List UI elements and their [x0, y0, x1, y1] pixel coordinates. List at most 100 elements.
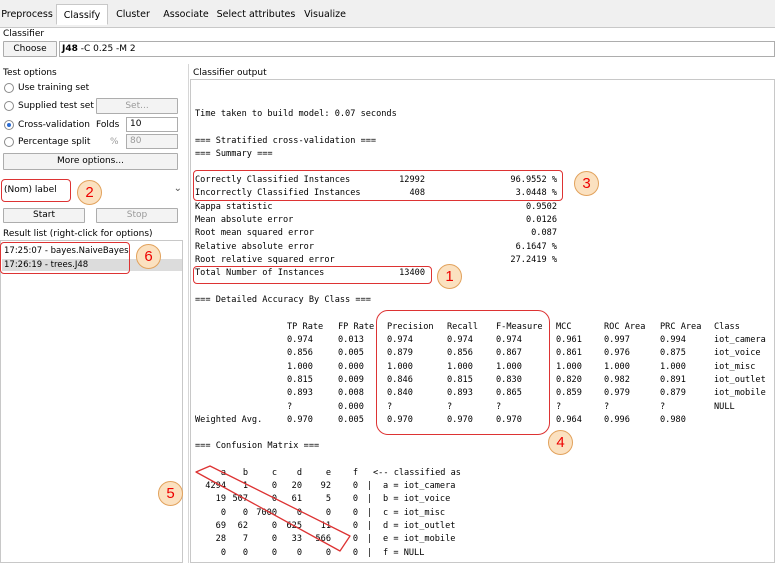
- accuracy-cell: 0.964: [556, 414, 582, 425]
- percentage-split-label: Percentage split: [18, 137, 91, 147]
- classifier-output-label: Classifier output: [193, 68, 267, 78]
- stop-button[interactable]: Stop: [96, 208, 178, 223]
- test-options-label: Test options: [3, 68, 57, 78]
- tab-cluster[interactable]: Cluster: [110, 4, 156, 25]
- cv-header: === Stratified cross-validation ===: [195, 136, 377, 146]
- start-button[interactable]: Start: [3, 208, 85, 223]
- accuracy-cell: 0.005: [338, 414, 364, 425]
- tab-classify[interactable]: Classify: [56, 4, 108, 25]
- summary-row-label: Mean absolute error: [195, 214, 294, 225]
- accuracy-cell: 0.980: [660, 414, 686, 425]
- confusion-separator: |: [367, 481, 373, 491]
- summary-row-label: Kappa statistic: [195, 201, 273, 212]
- accuracy-cell: 0.856: [287, 348, 313, 359]
- accuracy-cell: 0.982: [604, 374, 630, 385]
- accuracy-cell: 0.009: [338, 374, 364, 385]
- highlight-box-metrics: [376, 310, 550, 435]
- annotation-marker-3: 3: [574, 171, 599, 196]
- accuracy-column-header: MCC: [556, 322, 572, 332]
- annotation-marker-5: 5: [158, 481, 183, 506]
- tab-associate[interactable]: Associate: [158, 4, 214, 25]
- accuracy-cell: 1.000: [660, 361, 686, 372]
- classifier-options: -C 0.25 -M 2: [80, 44, 136, 54]
- accuracy-cell: 0.008: [338, 388, 364, 399]
- annotation-marker-4: 4: [548, 430, 573, 455]
- highlight-box-diagonal: [195, 465, 351, 552]
- confusion-row-label: e = iot_mobile: [383, 534, 456, 545]
- choose-classifier-button[interactable]: Choose: [3, 41, 57, 57]
- tab-preprocess[interactable]: Preprocess: [0, 4, 54, 25]
- annotation-marker-1: 1: [437, 264, 462, 289]
- panel-divider[interactable]: [188, 64, 189, 563]
- accuracy-column-header: ROC Area: [604, 322, 646, 332]
- radio-icon: [4, 83, 14, 93]
- accuracy-cell: iot_voice: [714, 348, 761, 359]
- accuracy-cell: iot_mobile: [714, 388, 766, 399]
- accuracy-cell: 1.000: [556, 361, 582, 372]
- accuracy-column-header: Class: [714, 322, 740, 332]
- set-test-set-button[interactable]: Set...: [96, 98, 178, 114]
- confusion-separator: |: [367, 534, 373, 545]
- accuracy-cell: 0.979: [604, 388, 630, 399]
- summary-header: === Summary ===: [195, 149, 273, 159]
- accuracy-column-header: PRC Area: [660, 322, 702, 332]
- use-training-set-label: Use training set: [18, 83, 90, 93]
- chevron-down-icon: ⌄: [173, 183, 182, 194]
- folds-input[interactable]: 10: [126, 117, 178, 132]
- percent-input[interactable]: 80: [126, 134, 178, 149]
- accuracy-cell: 0.893: [287, 388, 313, 399]
- accuracy-column-header: FP Rate: [338, 322, 375, 332]
- more-options-button[interactable]: More options...: [3, 153, 178, 170]
- tab-visualize[interactable]: Visualize: [298, 4, 352, 25]
- accuracy-cell: 0.861: [556, 348, 582, 359]
- percent-symbol: %: [110, 137, 119, 147]
- summary-row-label: Root mean squared error: [195, 228, 314, 239]
- summary-row-value: 0.0126: [525, 214, 557, 225]
- result-list[interactable]: 17:25:07 - bayes.NaiveBayes 17:26:19 - t…: [0, 240, 183, 563]
- accuracy-cell: ?: [660, 401, 666, 412]
- confusion-separator: |: [367, 507, 373, 518]
- accuracy-cell: 0.994: [660, 335, 686, 345]
- confusion-row-label: d = iot_outlet: [383, 520, 456, 531]
- accuracy-header: === Detailed Accuracy By Class ===: [195, 295, 371, 305]
- accuracy-cell: ?: [287, 401, 293, 412]
- accuracy-cell: 1.000: [604, 361, 630, 372]
- accuracy-cell: 1.000: [287, 361, 313, 372]
- accuracy-cell: 0.005: [338, 348, 364, 359]
- time-taken-line: Time taken to build model: 0.07 seconds: [195, 109, 397, 119]
- folds-label: Folds: [96, 120, 120, 130]
- confusion-row-label: a = iot_camera: [383, 481, 456, 491]
- confusion-classified-as: <-- classified as: [373, 468, 461, 478]
- accuracy-cell: 0.976: [604, 348, 630, 359]
- accuracy-cell: 0.997: [604, 335, 630, 345]
- cross-validation-label: Cross-validation: [18, 120, 90, 130]
- accuracy-row-label: Weighted Avg.: [195, 414, 263, 425]
- summary-row-value: 27.2419 %: [510, 254, 557, 265]
- annotation-marker-6: 6: [136, 244, 161, 269]
- accuracy-cell: 0.961: [556, 335, 582, 345]
- highlight-box-total: [193, 266, 432, 284]
- accuracy-cell: iot_outlet: [714, 374, 766, 385]
- radio-icon: [4, 137, 14, 147]
- accuracy-column-header: TP Rate: [287, 322, 324, 332]
- accuracy-cell: iot_misc: [714, 361, 756, 372]
- use-training-set-radio[interactable]: Use training set: [4, 81, 89, 95]
- cross-validation-radio[interactable]: Cross-validation: [4, 118, 90, 132]
- confusion-separator: |: [367, 520, 373, 531]
- confusion-row-label: c = iot_misc: [383, 507, 446, 518]
- highlight-box-class-selector: [1, 179, 71, 202]
- radio-selected-icon: [4, 120, 14, 130]
- accuracy-cell: 0.996: [604, 414, 630, 425]
- accuracy-cell: ?: [604, 401, 610, 412]
- classifier-section-label: Classifier: [3, 29, 45, 39]
- tab-select-attributes[interactable]: Select attributes: [216, 4, 296, 25]
- percentage-split-radio[interactable]: Percentage split: [4, 135, 90, 149]
- summary-row-value: 0.087: [531, 228, 557, 239]
- accuracy-cell: 0.000: [338, 361, 364, 372]
- accuracy-cell: NULL: [714, 401, 735, 412]
- accuracy-cell: 0.815: [287, 374, 313, 385]
- confusion-row-label: b = iot_voice: [383, 494, 451, 505]
- classifier-config-field[interactable]: J48 -C 0.25 -M 2: [59, 41, 775, 57]
- summary-row-label: Relative absolute error: [195, 241, 314, 252]
- supplied-test-set-radio[interactable]: Supplied test set: [4, 99, 94, 113]
